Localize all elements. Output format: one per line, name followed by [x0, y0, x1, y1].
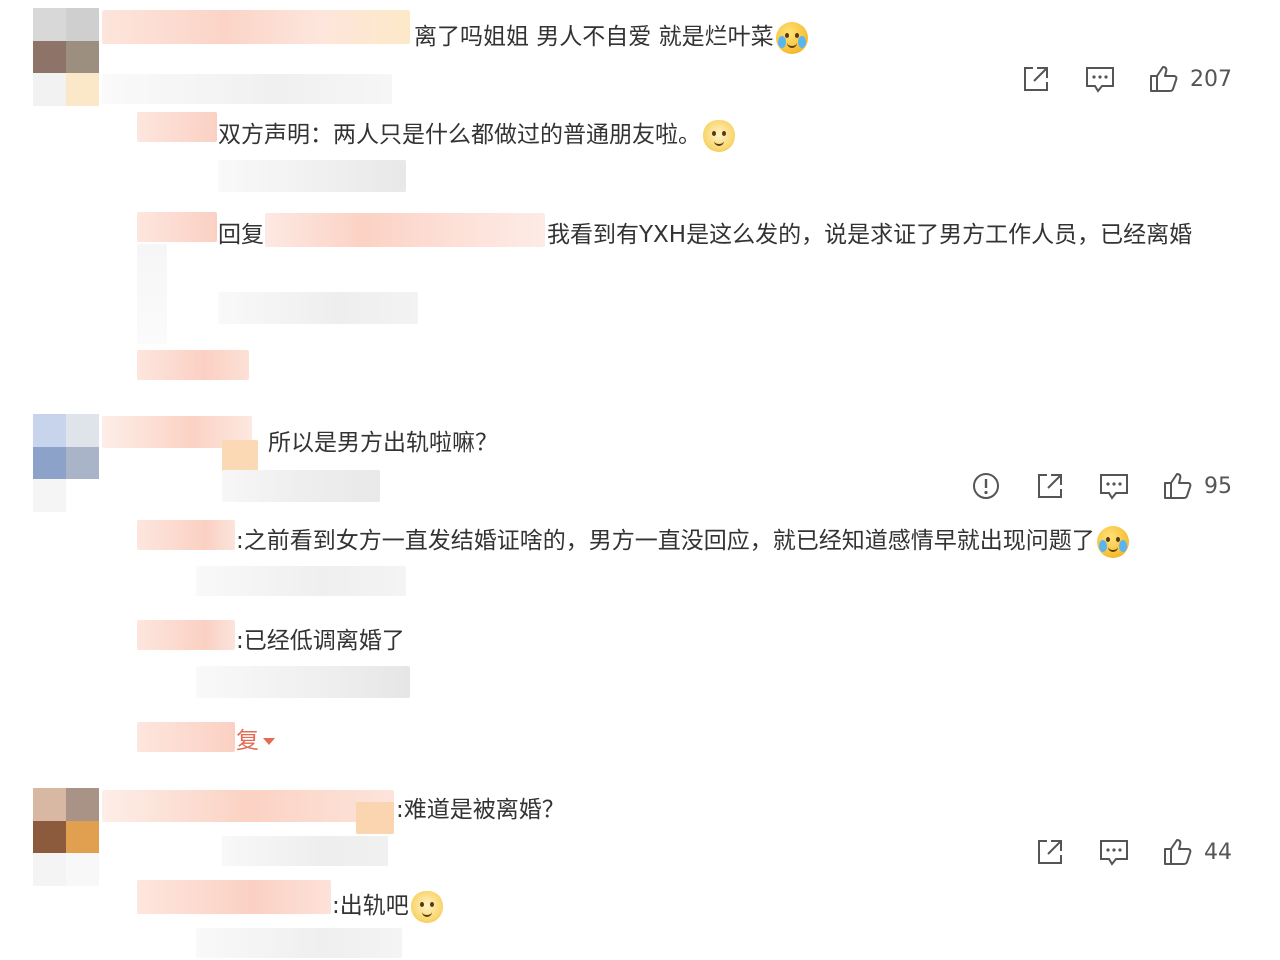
reply-text: :已经低调离婚了	[236, 628, 405, 654]
reply-text-body: 我看到有YXH是这么发的，说是求证了男方工作人员，已经离婚	[547, 222, 1193, 248]
more-replies-blurred[interactable]	[137, 722, 235, 752]
dog-face-icon	[703, 119, 735, 152]
more-replies-blurred[interactable]	[137, 350, 249, 380]
like-button[interactable]: 44	[1162, 836, 1232, 868]
share-button[interactable]	[1020, 63, 1052, 95]
timestamp-blurred	[102, 74, 392, 104]
username-blurred[interactable]	[102, 10, 410, 44]
reply-timestamp-blurred	[218, 160, 406, 192]
like-button[interactable]: 95	[1162, 470, 1232, 502]
dog-face-icon	[410, 890, 443, 923]
more-replies-link[interactable]: 复	[236, 725, 275, 757]
reply-timestamp-blurred	[218, 292, 418, 324]
crying-face-icon	[775, 21, 808, 54]
share-button[interactable]	[1034, 836, 1066, 868]
like-button[interactable]: 207	[1148, 63, 1232, 95]
reply-timestamp-blurred	[196, 566, 406, 596]
reply-timestamp-blurred	[196, 928, 402, 958]
share-icon	[1038, 840, 1062, 864]
avatar[interactable]	[33, 8, 99, 106]
mentioned-username-blurred[interactable]	[265, 213, 545, 247]
like-icon	[1164, 839, 1192, 865]
share-icon	[1038, 474, 1062, 498]
report-icon	[973, 473, 999, 499]
reply-username-blurred[interactable]	[137, 112, 217, 142]
comment-text: :难道是被离婚？	[396, 797, 565, 823]
reply-text: :之前看到女方一直发结婚证啥的，男方一直没回应，就已经知道感情早就出现问题了	[236, 525, 1129, 558]
comment-icon	[1100, 474, 1128, 500]
share-icon	[1024, 67, 1048, 91]
reply-username-blurred[interactable]	[137, 520, 235, 550]
reply-text: 双方声明：两人只是什么都做过的普通朋友啦。	[218, 119, 735, 152]
reply-button[interactable]	[1084, 63, 1116, 95]
comment-text: 所以是男方出轨啦嘛？	[268, 430, 498, 456]
comment-text: 离了吗姐姐 男人不自爱 就是烂叶菜	[414, 21, 808, 54]
laughing-crying-icon	[1096, 525, 1129, 558]
comment-icon	[1100, 840, 1128, 866]
reply-text: 回复	[218, 222, 264, 248]
vip-badge-blurred	[222, 440, 258, 472]
like-icon	[1164, 473, 1192, 499]
reply-timestamp-blurred	[196, 666, 410, 698]
reply-username-blurred[interactable]	[137, 212, 217, 242]
avatar[interactable]	[33, 414, 99, 512]
timestamp-blurred	[222, 470, 380, 502]
like-count: 207	[1190, 66, 1232, 92]
avatar[interactable]	[33, 788, 99, 886]
chevron-down-icon	[263, 738, 275, 745]
like-icon	[1150, 66, 1178, 92]
vip-badge-blurred	[356, 802, 394, 834]
blur-stripe	[137, 244, 167, 344]
reply-button[interactable]	[1098, 836, 1130, 868]
comment-icon	[1086, 67, 1114, 93]
reply-button[interactable]	[1098, 470, 1130, 502]
report-button[interactable]	[970, 470, 1002, 502]
like-count: 95	[1204, 473, 1232, 499]
share-button[interactable]	[1034, 470, 1066, 502]
username-blurred[interactable]	[102, 790, 394, 822]
reply-username-blurred[interactable]	[137, 620, 235, 650]
reply-username-blurred[interactable]	[137, 880, 331, 914]
timestamp-blurred	[222, 836, 388, 866]
like-count: 44	[1204, 839, 1232, 865]
reply-text: :出轨吧	[332, 890, 443, 923]
